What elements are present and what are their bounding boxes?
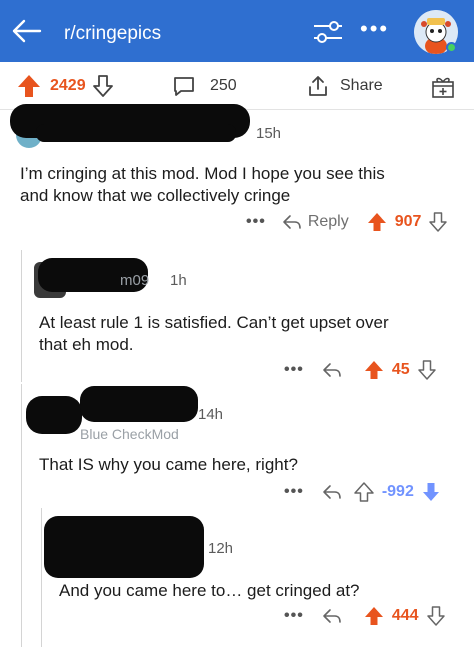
comment-time: 12h [208,540,234,557]
online-status-dot [446,42,457,53]
comment-actions: ••• -992 [284,482,440,502]
user-flair: Blue CheckMod [80,426,179,442]
award-button[interactable] [430,72,456,100]
subreddit-title[interactable]: r/cringepics [64,23,161,45]
reply-icon[interactable] [322,483,342,501]
comment-1: 15h I’m cringing at this mod. Mod I hope… [0,104,474,240]
username-fragment: m09 [120,272,150,289]
comment-text-line: that eh mod. [39,335,134,354]
comment-text-line: I’m cringing at this mod. Mod I hope you… [20,164,385,183]
post-action-bar: 2429 250 Share [0,62,474,110]
comment-count: 250 [210,77,237,94]
sliders-icon[interactable] [312,18,344,46]
comment-bubble-icon [172,74,196,98]
comment-3: 14h Blue CheckMod That IS why you came h… [22,384,474,508]
reply-label[interactable]: Reply [308,213,349,231]
comment-actions: ••• 45 [284,360,436,380]
comment-text-line: And you came here to… get cringed at? [59,581,360,600]
comment-2: m09 1h At least rule 1 is satisfied. Can… [22,250,474,382]
comment-score: 444 [391,607,419,624]
redacted-username [80,386,198,422]
comment-time: 14h [198,406,224,423]
upvote-icon[interactable] [354,482,374,502]
downvote-icon[interactable] [422,482,440,502]
comment-score: 45 [391,361,410,378]
downvote-icon[interactable] [429,212,448,232]
redacted-username [44,516,204,578]
comment-score: -992 [381,483,414,500]
comment-4: 12h And you came here to… get cringed at… [42,508,474,647]
comment-text-line: At least rule 1 is satisfied. Can’t get … [39,313,389,332]
more-options-button[interactable]: ••• [284,607,304,625]
share-icon [306,74,330,98]
comment-score: 907 [394,213,422,230]
top-bar: r/cringepics ••• [0,0,474,62]
more-options-button[interactable]: ••• [284,483,304,501]
share-label: Share [340,77,383,94]
downvote-icon[interactable] [92,74,114,98]
redacted-username [36,124,236,142]
upvote-icon[interactable] [364,360,384,380]
comment-actions: ••• Reply 907 [246,212,448,232]
more-options-button[interactable]: ••• [284,361,304,379]
downvote-icon[interactable] [417,360,436,380]
reply-icon[interactable] [282,213,302,231]
post-score: 2429 [50,77,86,94]
downvote-icon[interactable] [426,606,445,626]
share-button[interactable]: Share [306,72,383,100]
more-options-button[interactable]: ••• [360,18,389,40]
reply-icon[interactable] [322,361,342,379]
comment-actions: ••• 444 [284,606,445,626]
post-vote-group: 2429 [16,72,114,100]
arrow-left-icon[interactable] [10,18,42,44]
upvote-icon[interactable] [367,212,387,232]
comment-text-line: and know that we collectively cringe [20,186,291,205]
thread-line [21,508,22,647]
comment-time: 1h [170,272,187,289]
reply-icon[interactable] [322,607,342,625]
upvote-icon[interactable] [16,73,42,99]
comment-time: 15h [256,125,282,142]
gift-icon [430,73,456,99]
redacted-username [26,396,82,434]
comment-text-line: That IS why you came here, right? [39,455,298,474]
upvote-icon[interactable] [364,606,384,626]
comments-button[interactable]: 250 [172,72,237,100]
more-options-button[interactable]: ••• [246,213,266,231]
